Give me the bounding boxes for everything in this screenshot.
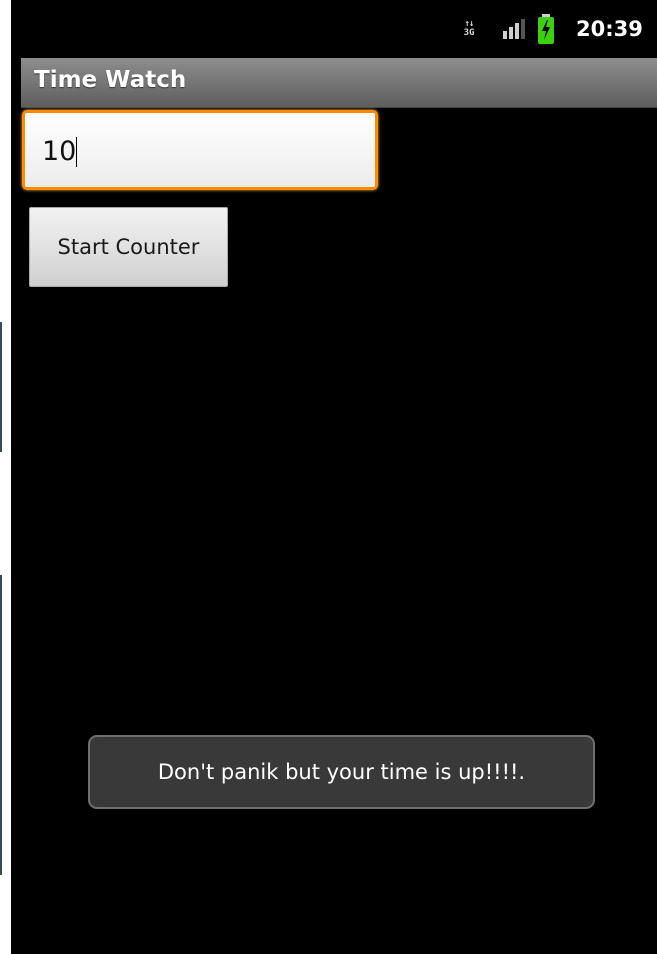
app-title-bar: Time Watch: [21, 58, 657, 108]
app-title: Time Watch: [34, 67, 187, 93]
text-caret: [76, 137, 78, 167]
left-edge-mark: [0, 322, 2, 452]
network-3g-icon: ↑↓ 3G: [463, 19, 475, 38]
device-frame: ↑↓ 3G 20:39 Time Watch 10 Start Counter …: [0, 0, 657, 954]
start-counter-button[interactable]: Start Counter: [29, 207, 228, 287]
status-bar: ↑↓ 3G 20:39: [11, 0, 657, 58]
left-edge-mark: [0, 575, 2, 875]
status-time: 20:39: [576, 17, 643, 41]
toast-message: Don't panik but your time is up!!!!.: [88, 735, 595, 809]
counter-input[interactable]: 10: [22, 110, 378, 190]
battery-charging-icon: [537, 0, 555, 58]
phone-screen: ↑↓ 3G 20:39 Time Watch 10 Start Counter …: [11, 0, 657, 954]
counter-input-value: 10: [42, 136, 77, 167]
signal-strength-icon: [501, 0, 531, 58]
